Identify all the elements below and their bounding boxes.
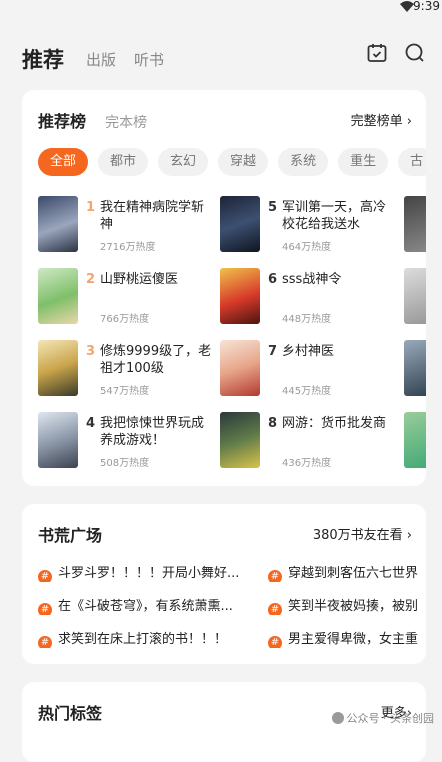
- search-icon[interactable]: [404, 42, 426, 64]
- topic-hash-icon: #: [268, 603, 282, 615]
- category-chip[interactable]: 玄幻: [158, 148, 209, 176]
- ranking-header: 推荐榜 完本榜 完整榜单 ›: [38, 108, 412, 132]
- book-item[interactable]: 2 山野桃运傻医 766万热度: [38, 268, 216, 328]
- topic-hash-icon: #: [38, 603, 52, 615]
- ranking-card: 推荐榜 完本榜 完整榜单 › 全部 都市 玄幻 穿越 系统 重生古 1 我在精神病院学斩神…: [22, 90, 426, 486]
- watermark-text: 公众号 · 头条创园: [346, 712, 435, 725]
- rank-number: 2: [86, 272, 96, 287]
- book-square-card: 书荒广场 380万书友在看 › # 斗罗斗罗！！！！开局小舞好... # 在《斗破苍…: [22, 504, 426, 664]
- tab-publish[interactable]: 出版: [86, 49, 116, 70]
- wifi-icon: [400, 1, 414, 12]
- post-item[interactable]: # 在《斗破苍穹》，有系统萧熏...: [38, 595, 238, 615]
- tab-recommend[interactable]: 推荐: [22, 44, 64, 74]
- book-item[interactable]: 4 我把惊悚世界玩成养成游戏！ 508万热度: [38, 412, 216, 472]
- book-heat: 508万热度: [100, 458, 150, 469]
- topic-hash-icon: #: [38, 636, 52, 648]
- tab-audiobook[interactable]: 听书: [134, 49, 164, 70]
- book-title: 网游：货币批发商: [282, 416, 387, 431]
- book-heat: 766万热度: [100, 314, 150, 325]
- topic-hash-icon: #: [268, 570, 282, 582]
- ranking-alt-tab[interactable]: 完本榜: [105, 115, 147, 131]
- full-list-link[interactable]: 完整榜单 ›: [351, 110, 412, 129]
- book-cover-peek[interactable]: [404, 412, 426, 468]
- book-item[interactable]: 6 sss战神令 448万热度: [220, 268, 402, 328]
- calendar-icon[interactable]: [366, 42, 388, 64]
- book-heat: 547万热度: [100, 386, 150, 397]
- watermark: 公众号 · 头条创园: [331, 710, 435, 726]
- tags-title: 热门标签: [38, 704, 103, 723]
- square-more-link[interactable]: 380万书友在看 ›: [313, 524, 412, 543]
- book-cover-peek[interactable]: [404, 196, 426, 252]
- book-item[interactable]: 3 修炼9999级了，老祖才100级 547万热度: [38, 340, 216, 400]
- category-chip[interactable]: 都市: [98, 148, 149, 176]
- top-nav: 推荐 出版 听书: [0, 14, 442, 78]
- book-title: 我在精神病院学斩神: [100, 200, 205, 232]
- book-title: 我把惊悚世界玩成养成游戏！: [100, 416, 205, 448]
- book-cover: [38, 412, 78, 468]
- category-chip[interactable]: 古: [398, 148, 426, 176]
- category-bar: 全部 都市 玄幻 穿越 系统 重生古: [38, 148, 426, 178]
- book-cover: [38, 340, 78, 396]
- rank-number: 3: [86, 344, 96, 359]
- book-cover: [38, 196, 78, 252]
- topic-hash-icon: #: [268, 636, 282, 648]
- post-text: 笑到半夜被妈揍，被别: [288, 599, 419, 614]
- book-cover: [220, 340, 260, 396]
- post-item[interactable]: # 穿越到刺客伍六七世界: [268, 562, 426, 582]
- rank-number: 4: [86, 416, 96, 431]
- rank-number: 5: [268, 200, 278, 215]
- book-cover: [220, 196, 260, 252]
- ranking-title[interactable]: 推荐榜: [38, 112, 86, 131]
- topic-hash-icon: #: [38, 570, 52, 582]
- rank-number: 7: [268, 344, 278, 359]
- book-heat: 448万热度: [282, 314, 332, 325]
- category-chip[interactable]: 全部: [38, 148, 89, 176]
- category-chip[interactable]: 重生: [338, 148, 389, 176]
- book-cover-peek[interactable]: [404, 268, 426, 324]
- post-text: 穿越到刺客伍六七世界: [288, 566, 419, 581]
- book-heat: 445万热度: [282, 386, 332, 397]
- book-cover: [38, 268, 78, 324]
- book-cover-peek[interactable]: [404, 340, 426, 396]
- post-text: 斗罗斗罗！！！！开局小舞好...: [58, 566, 238, 581]
- book-item[interactable]: 8 网游：货币批发商 436万热度: [220, 412, 402, 472]
- post-item[interactable]: # 斗罗斗罗！！！！开局小舞好...: [38, 562, 238, 582]
- book-title: 军训第一天，高冷校花给我送水: [282, 200, 387, 232]
- book-item[interactable]: 7 乡村神医 445万热度: [220, 340, 402, 400]
- book-title: sss战神令: [282, 272, 342, 287]
- post-item[interactable]: # 求笑到在床上打滚的书！！！: [38, 628, 238, 648]
- post-text: 求笑到在床上打滚的书！！！: [58, 632, 228, 647]
- category-chip[interactable]: 系统: [278, 148, 329, 176]
- book-item[interactable]: 1 我在精神病院学斩神 2716万热度: [38, 196, 216, 256]
- post-item[interactable]: # 男主爱得卑微，女主重: [268, 628, 426, 648]
- square-title: 书荒广场: [38, 526, 103, 545]
- book-title: 乡村神医: [282, 344, 335, 359]
- book-heat: 2716万热度: [100, 242, 156, 253]
- wechat-icon: [331, 712, 344, 724]
- status-time: 9:39: [413, 0, 440, 13]
- post-item[interactable]: # 笑到半夜被妈揍，被别: [268, 595, 426, 615]
- book-title: 山野桃运傻医: [100, 272, 179, 287]
- post-text: 男主爱得卑微，女主重: [288, 632, 419, 647]
- status-bar: 9:39: [0, 0, 442, 14]
- category-chip[interactable]: 穿越: [218, 148, 269, 176]
- book-title: 修炼9999级了，老祖才100级: [100, 344, 212, 376]
- rank-number: 6: [268, 272, 278, 287]
- book-item[interactable]: 5 军训第一天，高冷校花给我送水 464万热度: [220, 196, 402, 256]
- post-text: 在《斗破苍穹》，有系统萧熏...: [58, 599, 233, 614]
- book-heat: 436万热度: [282, 458, 332, 469]
- rank-number: 8: [268, 416, 278, 431]
- book-cover: [220, 412, 260, 468]
- book-heat: 464万热度: [282, 242, 332, 253]
- rank-number: 1: [86, 200, 96, 215]
- book-cover: [220, 268, 260, 324]
- square-header: 书荒广场 380万书友在看 ›: [38, 522, 412, 546]
